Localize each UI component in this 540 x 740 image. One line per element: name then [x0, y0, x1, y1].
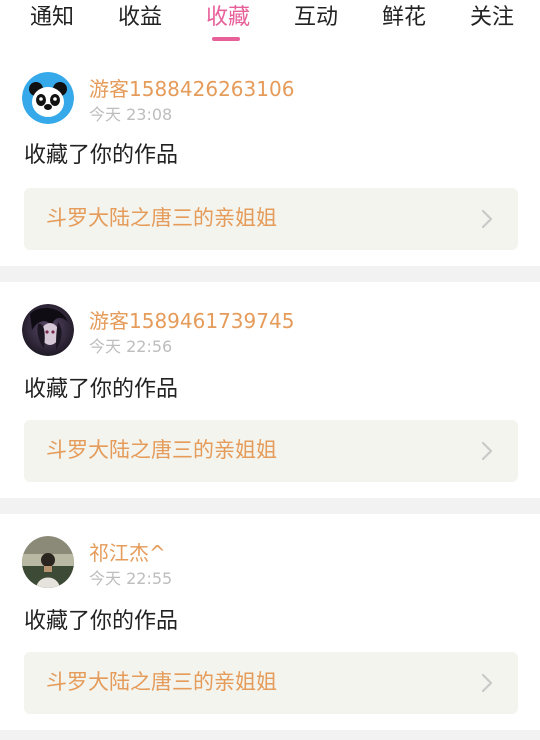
section-divider — [0, 266, 540, 282]
work-title: 斗罗大陆之唐三的亲姐姐 — [46, 206, 277, 230]
panda-avatar-icon[interactable] — [22, 72, 74, 124]
timestamp: 今天 23:08 — [89, 105, 173, 124]
notification-item: 祁江杰^ 今天 22:55 收藏了你的作品 斗罗大陆之唐三的亲姐姐 — [0, 514, 540, 740]
anime-avatar-icon[interactable] — [22, 304, 74, 356]
tab-following[interactable]: 关注 — [462, 2, 522, 38]
work-title: 斗罗大陆之唐三的亲姐姐 — [46, 438, 277, 462]
tab-earnings[interactable]: 收益 — [110, 2, 170, 38]
username[interactable]: 游客1588426263106 — [89, 77, 294, 101]
action-text: 收藏了你的作品 — [24, 143, 179, 168]
top-tabs: 通知 收益 收藏 互动 鲜花 关注 — [0, 0, 540, 44]
tab-notifications[interactable]: 通知 — [22, 2, 82, 38]
photo-avatar-icon[interactable] — [22, 536, 74, 588]
chevron-right-icon — [481, 673, 493, 693]
section-divider — [0, 730, 540, 740]
work-title: 斗罗大陆之唐三的亲姐姐 — [46, 670, 277, 694]
action-text: 收藏了你的作品 — [24, 609, 179, 634]
work-card[interactable]: 斗罗大陆之唐三的亲姐姐 — [24, 652, 518, 714]
work-card[interactable]: 斗罗大陆之唐三的亲姐姐 — [24, 420, 518, 482]
active-tab-indicator — [212, 37, 240, 41]
timestamp: 今天 22:55 — [89, 569, 173, 588]
username[interactable]: 祁江杰^ — [89, 541, 166, 565]
timestamp: 今天 22:56 — [89, 337, 173, 356]
work-card[interactable]: 斗罗大陆之唐三的亲姐姐 — [24, 188, 518, 250]
notification-item: 游客1588426263106 今天 23:08 收藏了你的作品 斗罗大陆之唐三… — [0, 44, 540, 266]
action-text: 收藏了你的作品 — [24, 377, 179, 402]
section-divider — [0, 498, 540, 514]
tab-interactions[interactable]: 互动 — [286, 2, 346, 38]
username[interactable]: 游客1589461739745 — [89, 309, 294, 333]
chevron-right-icon — [481, 209, 493, 229]
tab-flowers[interactable]: 鲜花 — [374, 2, 434, 38]
notification-item: 游客1589461739745 今天 22:56 收藏了你的作品 斗罗大陆之唐三… — [0, 282, 540, 498]
chevron-right-icon — [481, 441, 493, 461]
tab-favorites[interactable]: 收藏 — [198, 2, 258, 38]
